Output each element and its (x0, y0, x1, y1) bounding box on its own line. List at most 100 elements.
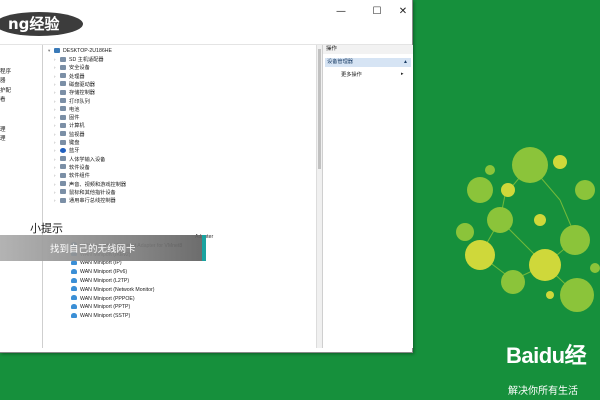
tree-category-label: 软件设备 (69, 164, 90, 171)
brand-logo-mark: ng经验 (0, 12, 83, 36)
device-tree: ▾ DESKTOP-2U186HE › SD 主机适配器 › 安全设备 › 处理器 › 磁盘驱动… (45, 45, 316, 348)
tree-category-label: 电池 (69, 106, 80, 113)
caret-up-icon: ▲ (403, 59, 408, 65)
network-adapter-label: WAN Miniport (IPv6) (80, 269, 128, 276)
network-adapter-label: WAN Miniport (SSTP) (80, 313, 131, 320)
nav-item[interactable]: 理 (0, 134, 6, 142)
tree-category-label: 磁盘驱动器 (69, 81, 95, 88)
more-actions[interactable]: 更多操作 ▸ (341, 71, 404, 78)
network-adapter-item[interactable]: WAN Miniport (PPTP) (71, 303, 130, 311)
network-adapter-label: WAN Miniport (Network Monitor) (80, 286, 155, 293)
tree-category[interactable]: › 通用串行总线控制器 (54, 197, 116, 205)
network-adapter-icon (71, 312, 77, 318)
tree-category-label: 键盘 (69, 140, 80, 146)
tree-category-label: SD 主机适配器 (69, 57, 104, 63)
tree-category[interactable]: › 固件 (54, 114, 79, 122)
device-icon (60, 156, 66, 162)
nav-item[interactable]: 程序 (0, 67, 11, 75)
network-adapter-item[interactable]: WAN Miniport (SSTP) (71, 312, 130, 320)
maximize-button[interactable]: ☐ (364, 4, 390, 20)
minimize-button[interactable]: — (328, 4, 354, 20)
tree-category-label: 固件 (69, 115, 80, 122)
network-adapter-item[interactable]: WAN Miniport (IPv6) (71, 268, 127, 276)
device-icon (60, 106, 66, 112)
caret-right-icon: ▸ (401, 71, 404, 77)
tree-category-label: 安全设备 (69, 65, 90, 72)
tree-category-label: 声音、视频和游戏控制器 (69, 181, 127, 188)
device-icon (60, 89, 66, 95)
tip-banner: 找到自己的无线网卡 (0, 235, 206, 261)
scrollbar-thumb[interactable] (318, 49, 321, 169)
tree-category[interactable]: › 鼠标和其他指针设备 (54, 189, 116, 197)
nav-item[interactable]: 看 (0, 95, 6, 103)
tree-category-label: 蓝牙 (69, 148, 80, 155)
network-adapter-label: WAN Miniport (PPTP) (80, 304, 131, 311)
device-icon (60, 172, 66, 178)
tree-category[interactable]: › 存储控制器 (54, 89, 95, 97)
brain-node (512, 147, 548, 183)
svg-text:ng经验: ng经验 (8, 15, 60, 33)
tree-category[interactable]: › 软件组件 (54, 172, 90, 180)
tree-category[interactable]: › 监视器 (54, 131, 85, 139)
actions-pane: 操作 设备管理器 ▲ 更多操作 ▸ (322, 45, 413, 348)
network-adapter-item[interactable]: WAN Miniport (Network Monitor) (71, 286, 154, 294)
brand-wordmark: Baidu经 (506, 343, 587, 368)
network-adapter-item[interactable]: WAN Miniport (L2TP) (71, 277, 129, 285)
network-adapter-label: WAN Miniport (L2TP) (80, 278, 130, 284)
brand-bottom: Baidu经 解决你所有生活 (506, 336, 600, 400)
tree-root-label: DESKTOP-2U186HE (63, 48, 112, 54)
tip-text: 找到自己的无线网卡 (50, 244, 136, 255)
nav-item[interactable]: 理 (0, 125, 6, 133)
computer-icon (54, 47, 60, 53)
brain-graphic (456, 147, 600, 312)
actions-device-manager[interactable]: 设备管理器 ▲ (325, 58, 411, 67)
tree-root[interactable]: ▾ DESKTOP-2U186HE (48, 47, 112, 55)
device-icon (60, 122, 66, 128)
tree-category-label: 处理器 (69, 73, 85, 80)
nav-item[interactable]: 护配 (0, 86, 11, 94)
device-icon (60, 197, 66, 203)
network-adapter-icon (71, 268, 77, 274)
device-icon (60, 98, 66, 103)
tree-category[interactable]: › 安全设备 (54, 64, 90, 72)
tree-category[interactable]: › SD 主机适配器 (54, 56, 104, 64)
navigation-pane: 程序 器 护配 看 理 理 (0, 45, 43, 348)
tree-category[interactable]: › 电池 (54, 106, 79, 114)
tree-category[interactable]: › 打印队列 (54, 98, 90, 106)
tree-category-label: 打印队列 (69, 98, 90, 105)
network-adapter-icon (71, 303, 77, 309)
network-adapter-item[interactable]: WAN Miniport (PPPOE) (71, 295, 135, 303)
tree-category[interactable]: › 计算机 (54, 122, 85, 130)
tree-category[interactable]: › 人体学输入设备 (54, 156, 105, 164)
tip-accent-bar (202, 235, 206, 261)
device-icon (60, 131, 66, 137)
tree-category[interactable]: › 键盘 (54, 139, 79, 147)
tree-category[interactable]: › 软件设备 (54, 164, 90, 172)
device-icon (60, 64, 66, 70)
bluetooth-icon (60, 147, 66, 153)
network-adapter-label: WAN Miniport (IP) (80, 260, 122, 267)
device-icon (60, 114, 66, 120)
network-adapter-label: WAN Miniport (PPPOE) (80, 295, 135, 302)
close-button[interactable]: ✕ (390, 4, 416, 20)
tree-category-label: 监视器 (69, 131, 85, 138)
actions-device-manager-label: 设备管理器 (327, 59, 353, 65)
expand-icon[interactable]: › (54, 147, 60, 155)
tip-label: 小提示 (30, 223, 63, 235)
device-icon (60, 164, 66, 170)
tree-category[interactable]: › 蓝牙 (54, 147, 79, 155)
device-icon (60, 81, 66, 87)
tree-category-label: 存储控制器 (69, 90, 95, 97)
network-adapter-icon (71, 277, 77, 283)
tree-category[interactable]: › 声音、视频和游戏控制器 (54, 181, 126, 189)
tree-category-label: 人体学输入设备 (69, 156, 106, 163)
tree-category-label: 鼠标和其他指针设备 (69, 189, 116, 196)
brand-slogan: 解决你所有生活 (508, 386, 578, 397)
device-icon (60, 189, 66, 195)
network-adapter-icon (71, 286, 77, 292)
tree-category[interactable]: › 处理器 (54, 73, 85, 81)
nav-item[interactable]: 器 (0, 76, 6, 84)
device-icon (60, 181, 66, 186)
tree-category-label: 软件组件 (69, 173, 90, 180)
tree-category[interactable]: › 磁盘驱动器 (54, 81, 95, 89)
